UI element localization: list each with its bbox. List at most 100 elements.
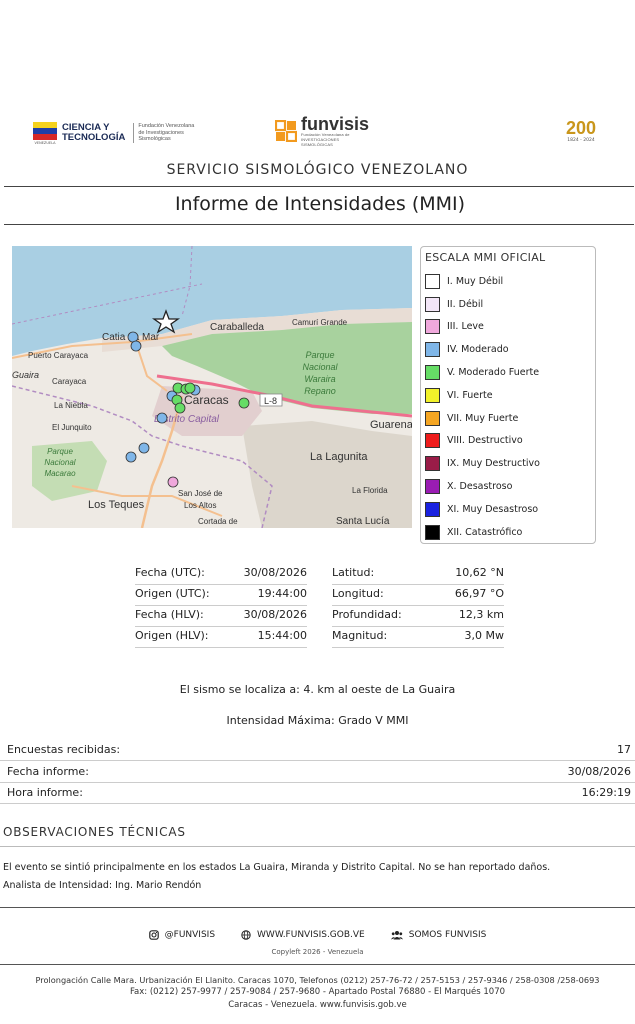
legend-item: II. Débil — [425, 293, 591, 316]
longitud-label: Longitud: — [332, 587, 384, 600]
org-title: SERVICIO SISMOLÓGICO VENEZOLANO — [166, 162, 469, 178]
info-row-encuestas: Encuestas recibidas: 17 — [0, 739, 635, 761]
legend-label: V. Moderado Fuerte — [447, 367, 540, 379]
group-label: SOMOS FUNVISIS — [408, 930, 487, 940]
legend-item: VI. Fuerte — [425, 384, 591, 407]
address-line3: Caracas - Venezuela. www.funvisis.gob.ve — [228, 1000, 407, 1010]
fv-sub-line3: Sismológicas — [138, 136, 171, 143]
location-text: El sismo se localiza a: 4. km al oeste d… — [179, 683, 456, 696]
map-canvas: Catia La Mar Caraballeda Camurí Grande P… — [12, 246, 412, 528]
fecha-hlv-value: 30/08/2026 — [243, 608, 307, 621]
event-row: Origen (UTC): 19:44:00 Longitud: 66,97 °… — [0, 584, 635, 606]
report-point-iv[interactable] — [156, 412, 168, 424]
bicentennial-years: 1824 - 2024 — [567, 138, 595, 143]
legend-item: VIII. Destructivo — [425, 430, 591, 453]
divider-title — [4, 224, 634, 225]
legend-item: IV. Moderado — [425, 338, 591, 361]
map-label: Santa Lucía — [336, 516, 390, 527]
bicentennial-logo: 200 1824 - 2024 — [560, 118, 602, 148]
legend-label: X. Desastroso — [447, 481, 513, 493]
swatch-viii — [425, 433, 440, 449]
instagram-icon — [148, 930, 159, 940]
observations-title: OBSERVACIONES TÉCNICAS — [3, 825, 186, 839]
report-point-v[interactable] — [174, 402, 186, 414]
swatch-xii — [425, 524, 440, 540]
event-row: Fecha (UTC): 30/08/2026 Latitud: 10,62 °… — [0, 563, 635, 585]
copyleft-text: Copyleft 2026 - Venezuela — [271, 948, 364, 956]
legend-title: ESCALA MMI OFICIAL — [425, 251, 546, 264]
origen-utc-value: 19:44:00 — [257, 587, 307, 600]
swatch-vii — [425, 410, 440, 426]
event-row: Origen (HLV): 15:44:00 Magnitud: 3,0 Mw — [0, 626, 635, 648]
latitud-value: 10,62 °N — [455, 566, 504, 579]
map-label: La Lagunita — [310, 451, 368, 463]
swatch-vi — [425, 387, 440, 403]
fecha-informe-label: Fecha informe: — [7, 765, 89, 778]
legend-label: II. Débil — [447, 298, 484, 310]
road-west — [136, 345, 168, 392]
website-link[interactable]: WWW.FUNVISIS.GOB.VE — [241, 930, 365, 940]
info-row-fecha: Fecha informe: 30/08/2026 — [0, 761, 635, 783]
social-links: @FUNVISIS WWW.FUNVISIS.GOB.VE SOMOS FUNV… — [0, 930, 635, 940]
intensity-map[interactable]: Catia La Mar Caraballeda Camurí Grande P… — [12, 246, 412, 528]
map-label: Waraira — [304, 374, 335, 384]
instagram-label: @FUNVISIS — [164, 930, 216, 940]
divider-obs — [0, 846, 635, 847]
profundidad-value: 12,3 km — [458, 608, 504, 621]
map-label: Carayaca — [52, 377, 87, 386]
report-point-iv[interactable] — [138, 442, 150, 454]
venezuela-flag-icon: VENEZUELA — [33, 121, 57, 145]
legend-item: XI. Muy Desastroso — [425, 498, 591, 521]
report-point-v[interactable] — [238, 397, 250, 409]
hills-area — [242, 421, 412, 528]
report-point-iv[interactable] — [125, 451, 137, 463]
map-label: Nacional — [44, 458, 75, 467]
legend-label: III. Leve — [447, 321, 484, 333]
magnitud-value: 3,0 Mw — [464, 629, 504, 642]
map-label: Parque — [305, 350, 334, 360]
flag-caption: VENEZUELA — [34, 140, 56, 145]
funvisis-mark-icon — [275, 120, 297, 142]
legend-item: V. Moderado Fuerte — [425, 361, 591, 384]
group-link[interactable]: SOMOS FUNVISIS — [390, 930, 487, 940]
map-label: El Junquito — [52, 423, 92, 432]
legend-label: IX. Muy Destructivo — [447, 458, 540, 470]
report-point-iii[interactable] — [167, 476, 179, 488]
fecha-utc-value: 30/08/2026 — [243, 566, 307, 579]
report-point-iv[interactable] — [130, 340, 142, 352]
map-label: L-8 — [264, 396, 277, 406]
report-title: Informe de Intensidades (MMI) — [174, 193, 466, 215]
legend-item: III. Leve — [425, 316, 591, 339]
mmi-legend: ESCALA MMI OFICIAL I. Muy Débil II. Débi… — [420, 246, 596, 544]
globe-icon — [241, 930, 251, 940]
report-point-v[interactable] — [184, 382, 196, 394]
divider-address — [0, 964, 635, 965]
map-label: Camurí Grande — [292, 318, 348, 327]
swatch-iv — [425, 342, 440, 358]
map-label: Los Teques — [88, 499, 145, 511]
max-intensity: Intensidad Máxima: Grado V MMI — [226, 714, 409, 727]
swatch-ii — [425, 296, 440, 312]
legend-label: I. Muy Débil — [447, 275, 504, 287]
map-label: Cortada de — [198, 517, 238, 526]
legend-item: I. Muy Débil — [425, 270, 591, 293]
analyst-text: Analista de Intensidad: Ing. Mario Rendó… — [3, 880, 202, 891]
instagram-link[interactable]: @FUNVISIS — [148, 930, 216, 940]
map-label: La Florida — [352, 486, 388, 495]
map-label: Guaira — [12, 370, 39, 380]
map-label: La Niebla — [54, 401, 88, 410]
bicentennial-number: 200 — [565, 118, 597, 138]
map-label: Caraballeda — [210, 322, 264, 333]
report-point-iv[interactable] — [127, 331, 139, 343]
address-line2: Fax: (0212) 257-9977 / 257-9084 / 257-96… — [129, 987, 506, 997]
longitud-value: 66,97 °O — [454, 587, 504, 600]
swatch-i — [425, 273, 440, 289]
divider-top — [4, 186, 634, 187]
legend-label: VI. Fuerte — [447, 389, 493, 401]
swatch-ix — [425, 456, 440, 472]
encuestas-value: 17 — [617, 743, 631, 756]
info-row-hora: Hora informe: 16:29:19 — [0, 782, 635, 804]
observations-text: El evento se sintió principalmente en lo… — [3, 862, 551, 873]
swatch-v — [425, 365, 440, 381]
origen-hlv-label: Origen (HLV): — [135, 629, 209, 642]
